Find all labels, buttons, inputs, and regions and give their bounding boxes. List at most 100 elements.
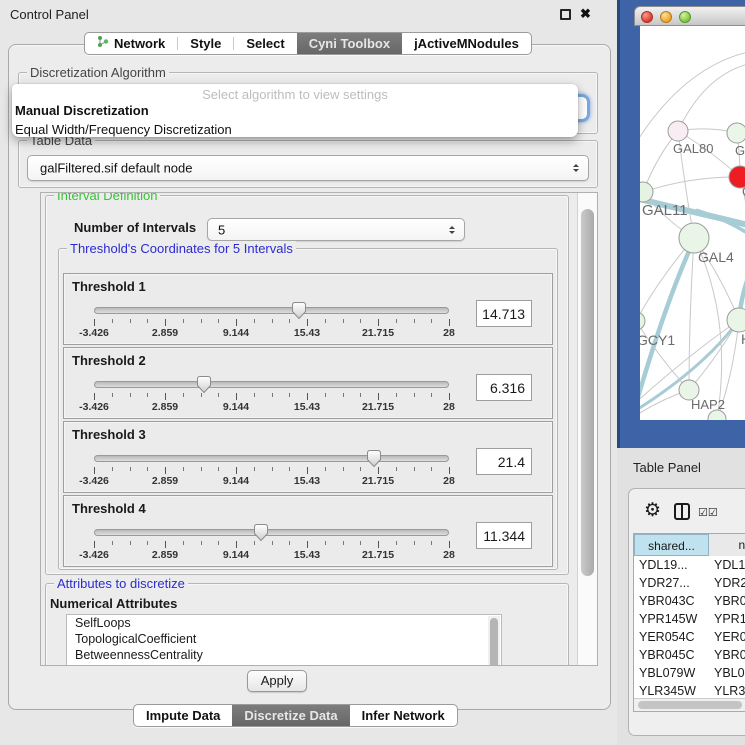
network-window-titlebar[interactable] [634,6,745,26]
network-node[interactable] [727,308,745,332]
number-of-intervals-combobox[interactable]: 5 [207,218,465,241]
threshold-label: Threshold 1 [72,279,146,294]
threshold-value-field[interactable]: 6.316 [476,374,532,401]
table-row[interactable]: YBR043CYBR0 [634,592,745,610]
table-data-combobox[interactable]: galFiltered.sif default node [27,155,589,181]
slider-track[interactable] [94,307,449,314]
table-row[interactable]: YER054CYER0 [634,628,745,646]
slider-thumb[interactable] [291,301,307,320]
network-edge[interactable] [678,64,745,131]
tick-label: 2.859 [152,475,178,487]
tick-mark [112,319,113,323]
threshold-value-field[interactable]: 21.4 [476,448,532,475]
tab-select[interactable]: Select [234,33,296,54]
table-panel-title: Table Panel [633,460,701,475]
threshold-value-field[interactable]: 14.713 [476,300,532,327]
numerical-attributes-list[interactable]: SelfLoopsTopologicalCoefficientBetweenne… [66,614,502,666]
vertical-scrollbar-thumb[interactable] [581,209,594,576]
tick-mark [236,393,237,400]
tab-network[interactable]: Network [85,33,177,54]
table-row[interactable]: YPR145WYPR1 [634,610,745,628]
cell-name: YDL1 [709,556,745,574]
tick-mark [449,319,450,326]
tick-mark [307,319,308,326]
tick-mark [236,319,237,326]
network-node[interactable] [640,312,645,330]
slider-track[interactable] [94,381,449,388]
tick-label: 9.144 [223,401,249,413]
float-window-icon[interactable] [560,9,571,20]
slider-track[interactable] [94,529,449,536]
tab-cyni-toolbox[interactable]: Cyni Toolbox [297,33,402,54]
horizontal-scrollbar-thumb[interactable] [638,701,742,709]
thresholds-group: Threshold's Coordinates for 5 Intervals … [58,248,558,570]
network-edge[interactable] [643,177,740,192]
threshold-panel: Threshold 3-3.4262.8599.14415.4321.71528… [63,421,553,493]
table-row[interactable]: YDL19...YDL1 [634,556,745,574]
tick-label: 21.715 [362,549,394,561]
slider-thumb[interactable] [253,523,269,542]
list-item[interactable]: BetweennessCentrality [67,647,501,663]
settings-scrollpane: Interval Definition Number of Intervals … [40,192,598,666]
column-header[interactable]: shared... [634,534,709,556]
select-columns-icons[interactable]: ☑☑ [698,506,718,519]
attributes-group-label: Attributes to discretize [54,576,188,591]
slider-tick-labels: -3.4262.8599.14415.4321.71528 [94,327,449,339]
table-row[interactable]: YBR045CYBR0 [634,646,745,664]
node-label: GCY1 [640,332,675,348]
tab-jactivemnodules[interactable]: jActiveMNodules [402,33,531,54]
zoom-traffic-light-icon[interactable] [679,11,691,23]
tab-label: Cyni Toolbox [309,33,390,54]
node-label: H [741,331,745,347]
tick-label: 21.715 [362,401,394,413]
network-window: GAL80GACGAL11GAL4GCY1HHAP2 [634,6,745,420]
network-canvas[interactable]: GAL80GACGAL11GAL4GCY1HHAP2 [640,26,745,420]
table-row[interactable]: YDR27...YDR2 [634,574,745,592]
network-icon [97,33,109,54]
tick-mark [254,319,255,323]
number-of-intervals-value: 5 [218,222,225,237]
tick-mark [183,467,184,471]
control-panel-title: Control Panel [10,7,89,22]
thresholds-group-label: Threshold's Coordinates for 5 Intervals [67,241,296,256]
columns-icon[interactable] [674,503,690,520]
tab-discretize-data[interactable]: Discretize Data [232,705,349,726]
attributes-list-scrollbar[interactable] [488,616,500,666]
discretization-algorithm-label: Discretization Algorithm [27,65,169,80]
tick-mark [414,541,415,545]
column-header[interactable]: name [709,534,745,556]
slider-thumb[interactable] [366,449,382,468]
tab-impute-data[interactable]: Impute Data [134,705,232,726]
network-node[interactable] [668,121,688,141]
popup-option-equal-width[interactable]: Equal Width/Frequency Discretization [12,120,578,139]
list-item[interactable]: TopologicalCoefficient [67,631,501,647]
minimize-traffic-light-icon[interactable] [660,11,672,23]
tab-style[interactable]: Style [178,33,233,54]
table-panel: ⚙ ☑☑ shared...name YDL19...YDL1YDR27...Y… [628,488,745,736]
popup-option-manual[interactable]: Manual Discretization [12,101,578,120]
tick-mark [378,541,379,548]
table-row[interactable]: YBL079WYBL0 [634,664,745,682]
horizontal-scrollbar[interactable] [634,698,745,711]
node-table[interactable]: shared...name YDL19...YDL1YDR27...YDR2YB… [633,533,745,712]
network-node[interactable] [727,123,745,143]
tick-mark [360,393,361,397]
tick-mark [201,319,202,323]
algorithm-dropdown-popup: Select algorithm to view settings Manual… [12,84,578,137]
list-item[interactable]: SelfLoops [67,615,501,631]
slider-thumb[interactable] [196,375,212,394]
threshold-value-field[interactable]: 11.344 [476,522,532,549]
tab-label: Select [246,33,284,54]
tick-label: 28 [443,401,455,413]
tick-label: 28 [443,327,455,339]
apply-button[interactable]: Apply [247,670,307,692]
attributes-scrollbar-thumb[interactable] [490,618,498,666]
vertical-scrollbar[interactable] [577,193,597,665]
tick-mark [449,393,450,400]
close-traffic-light-icon[interactable] [641,11,653,23]
gear-icon[interactable]: ⚙ [644,499,661,522]
close-icon[interactable]: ✖ [580,6,591,22]
slider-track[interactable] [94,455,449,462]
algorithm-hint: Select algorithm to view settings [12,84,578,101]
tab-infer-network[interactable]: Infer Network [350,705,457,726]
